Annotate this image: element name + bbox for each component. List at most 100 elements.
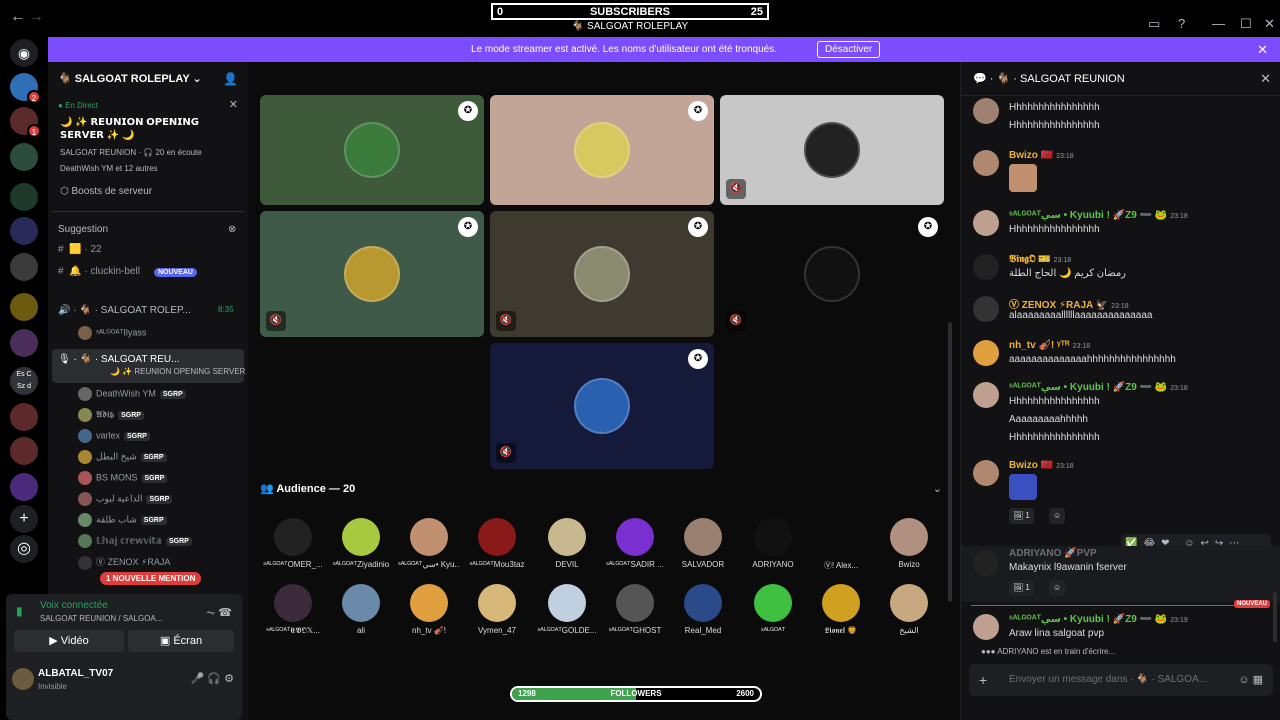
stage-view: ✪ ✪ 🔇 ✪ 🔇 ✪ 🔇 ✪ 🔇 ✪ 🔇 👥 Audience — 20 ⌄ ˢᴬᴸᴳ… [248,62,960,720]
avatar[interactable] [12,668,34,690]
audience-member[interactable]: ˢᴬᴸᴳᴼᴬᵀسي• Kyu... [398,518,460,569]
speaker-tile[interactable]: ✪ 🔇 [720,211,944,337]
user-controls[interactable]: 🎤 🎧 ⚙ [191,672,234,685]
server-folder-icon[interactable] [10,293,38,321]
audience-member[interactable]: nh_tv 🎻! [398,584,460,635]
new-mention-pill[interactable]: 1 NOUVELLE MENTION [100,572,202,585]
audience-member[interactable]: ali [330,584,392,635]
add-user-icon[interactable]: 👤 [223,72,238,86]
add-reaction-icon[interactable]: ☺ [1049,580,1066,596]
channel-item[interactable]: # 🔔 · cluckin-bell NOUVEAU [58,266,197,277]
followers-label: FOLLOWERS [610,689,662,698]
audience-member[interactable]: 𝕷𝖎𝖔𝖓𝖊𝖑 🦁 [810,584,872,636]
audience-member[interactable]: Real_Med [672,584,734,635]
add-server-icon[interactable]: + [10,505,38,533]
speaker-tile[interactable]: 🔇 [720,95,944,205]
chevron-down-icon[interactable]: ⌄ [933,482,942,495]
chat-message[interactable]: ADRIYANO 🚀PVP Makaynix l9awanin fserver … [961,546,1280,602]
disable-streamer-button[interactable]: Désactiver [817,41,881,58]
speaker-tile[interactable]: ✪ [260,95,484,205]
voice-member[interactable]: الداعية لبوب SGRP [78,492,173,508]
back-arrow-icon[interactable]: ← [10,8,26,26]
server-icon[interactable] [10,473,38,501]
audience-member[interactable]: ADRIYANO [742,518,804,569]
add-attachment-icon[interactable]: + [979,672,987,688]
disconnect-icon[interactable]: ⏦ ☎ [206,606,232,620]
voice-channel-name[interactable]: SALGOAT REUNION / SALGOA... [40,614,162,623]
speaker-tile[interactable]: ✪ 🔇 [490,343,714,469]
voice-member[interactable]: 𝕃𝕙𝕒𝕛 𝕔𝕣𝕖𝕨𝕧𝕚𝕥𝕒 SGRP [78,534,192,550]
server-folder-icon[interactable] [10,329,38,357]
audience-member[interactable]: ˢᴬᴸᴳᴼᴬᵀGHOST [604,584,666,635]
overlay-server-name: 🐐 SALGOAT ROLEPLAY [571,21,689,32]
close-chat-icon[interactable]: ✕ [1260,71,1271,87]
voice-member[interactable]: Ⓥ ZENOX ⚡RAJA [78,555,170,571]
server-icon[interactable]: 2 [10,73,41,104]
discord-home-icon[interactable]: ◉ [10,39,38,67]
user-status: Invisible [38,682,67,691]
scrollbar[interactable] [948,322,952,602]
audience-member[interactable]: ˢᴬᴸᴳᴼᴬᵀOMER_... [262,518,324,569]
voice-channel-active[interactable]: 🎙 · 🐐 · SALGOAT REU... 🌙 ✨ REUNION OPENIN… [52,349,270,383]
audience-member[interactable]: SALVADOR [672,518,734,569]
speaker-tile[interactable]: ✪ 🔇 [490,211,714,337]
voice-channel[interactable]: 🔊 · 🐐 · SALGOAT ROLEP... 8:35 [58,305,234,316]
voice-member[interactable]: شاب طلقة SGRP [78,513,167,529]
server-icon[interactable] [10,403,38,431]
live-indicator: ● En Direct [58,101,98,110]
server-icon[interactable] [10,437,38,465]
server-folder-icon[interactable] [10,143,38,171]
server-folder-icon[interactable] [10,183,38,211]
help-icon[interactable]: ? [1178,16,1185,31]
voice-member[interactable]: 𝕬𝖉𝖎𝖇 SGRP [78,408,144,424]
audience-member[interactable]: ˢᴬᴸᴳᴼᴬᵀSADIR ... [604,518,666,569]
star-icon: ✪ [458,101,478,121]
server-folder-icon[interactable] [10,217,38,245]
explore-icon[interactable]: ◎ [10,535,38,563]
voice-member[interactable]: شيخ البطل SGRP [78,450,167,466]
reaction[interactable]: 🖼 1 [1009,508,1034,524]
event-users: DeathWish YM et 12 autres [60,164,158,173]
voice-member[interactable]: DeathWish YM SGRP [78,387,186,403]
server-name[interactable]: 🐐 SALGOAT ROLEPLAY ⌄ [58,72,202,85]
screen-share-button[interactable]: ▣ Écran [128,630,234,652]
speaker-tile[interactable]: ✪ [490,95,714,205]
server-icon[interactable]: 1 [10,107,41,138]
signal-icon[interactable]: ▮ [16,604,23,618]
audience-member[interactable]: ˢᴬᴸᴳᴼᴬᵀZiyadinio [330,518,392,569]
audience-member[interactable]: DEVIL [536,518,598,569]
voice-member[interactable]: BS MONS SGRP [78,471,168,487]
server-folder-icon[interactable]: Es C Sz d [10,367,38,395]
reaction[interactable]: 🖼 1 [1009,580,1034,596]
close-banner-icon[interactable]: ✕ [1257,42,1268,58]
forward-arrow-icon[interactable]: → [28,8,44,26]
star-icon: ✪ [458,217,478,237]
voice-member[interactable]: varlex SGRP [78,429,150,445]
audience-member[interactable]: ˢᴬᴸᴳᴼᴬᵀGOLDE... [536,584,598,635]
inbox-icon[interactable]: ▭ [1148,16,1160,32]
audience-member[interactable]: ˢᴬᴸᴳᴼᴬᵀ [742,584,804,635]
audience-member[interactable]: الشيخ [878,584,940,635]
audience-member[interactable]: Ⓥ! Alex... [810,518,872,571]
close-suggestion-icon[interactable]: ⊗ [228,224,236,235]
close-event-icon[interactable]: ✕ [229,98,238,111]
channel-item[interactable]: # 🟨 · 22 [58,244,102,255]
server-folder-icon[interactable] [10,253,38,281]
audience-member[interactable]: ˢᴬᴸᴳᴼᴬᵀMou3taz [466,518,528,569]
add-reaction-icon[interactable]: ☺ [1049,508,1066,524]
message-input[interactable]: + Envoyer un message dans · 🐐 · SALGOA..… [969,664,1273,696]
chat-scrollbar[interactable] [1273,592,1277,642]
close-window-icon[interactable]: ✕ [1264,16,1275,32]
audience-member[interactable]: Vymen_47 [466,584,528,635]
audience-member[interactable]: Bwizo [878,518,940,569]
emoji-icon[interactable]: ☺ ▦ [1238,673,1263,686]
video-button[interactable]: ▶ Vidéo [14,630,124,652]
speaker-tile[interactable]: ✪ 🔇 [260,211,484,337]
audience-header[interactable]: 👥 Audience — 20 [260,482,355,495]
server-boosts[interactable]: ⬡ Boosts de serveur [60,186,152,197]
audience-member[interactable]: ˢᴬᴸᴳᴼᴬᵀ𝕰𝖁𝕺𝕏... [262,584,324,636]
maximize-icon[interactable]: ☐ [1240,16,1252,32]
voice-member[interactable]: ˢᴬᴸᴳᴼᴬᵀIlyass [78,326,146,342]
minimize-icon[interactable]: — [1212,16,1225,31]
muted-icon: 🔇 [726,179,746,199]
